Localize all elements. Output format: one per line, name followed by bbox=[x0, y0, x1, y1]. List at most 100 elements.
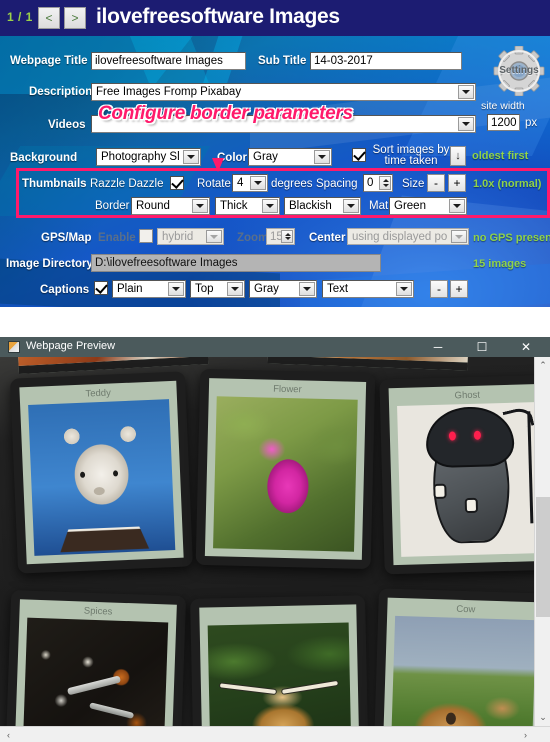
chevron-down-icon[interactable] bbox=[396, 282, 412, 296]
caption-increase-button[interactable]: + bbox=[450, 280, 468, 298]
chevron-down-icon[interactable] bbox=[227, 282, 243, 296]
chevron-down-icon[interactable] bbox=[458, 117, 474, 131]
caption-style-value: Plain bbox=[117, 283, 143, 295]
size-label: Size bbox=[402, 178, 425, 190]
app-title: ilovefreesoftware Images bbox=[96, 5, 340, 28]
border-shape-value: Round bbox=[136, 200, 170, 212]
photo-wall: Teddy Flower Ghost Spices Cow bbox=[0, 357, 534, 742]
spacing-label: Spacing bbox=[316, 178, 358, 190]
caption-position-select[interactable]: Top bbox=[190, 280, 245, 298]
spacing-spinner-buttons[interactable] bbox=[379, 176, 391, 190]
chevron-down-icon[interactable] bbox=[168, 282, 184, 296]
maximize-button[interactable]: ☐ bbox=[462, 337, 502, 357]
sort-images-checkbox[interactable] bbox=[352, 148, 366, 162]
thumbnail-item[interactable]: Spices bbox=[4, 590, 187, 742]
scrollbar-thumb[interactable] bbox=[536, 497, 550, 617]
scroll-up-button[interactable]: ⌃ bbox=[535, 357, 550, 374]
background-select[interactable]: Photography Slate bbox=[96, 148, 201, 166]
scroll-down-button[interactable]: ⌄ bbox=[535, 709, 550, 726]
thumbnail-item[interactable] bbox=[190, 595, 369, 742]
chevron-down-icon[interactable] bbox=[343, 199, 359, 213]
thumbnail-photo-cow bbox=[390, 615, 534, 742]
degrees-label: degrees bbox=[271, 178, 313, 190]
chevron-down-icon[interactable] bbox=[451, 230, 467, 243]
thumbnail-photo-highland bbox=[207, 622, 352, 742]
image-count-text: 15 images bbox=[473, 258, 527, 270]
gps-map-type-select[interactable]: hybrid bbox=[157, 228, 224, 245]
size-increase-button[interactable]: + bbox=[448, 174, 466, 192]
close-button[interactable]: ✕ bbox=[506, 337, 546, 357]
chevron-down-icon[interactable] bbox=[206, 230, 222, 243]
settings-button[interactable]: Settings bbox=[492, 46, 546, 96]
chevron-down-icon[interactable] bbox=[449, 199, 465, 213]
description-input[interactable]: Free Images Fromp Pixabay bbox=[91, 83, 476, 101]
gps-enable-checkbox[interactable] bbox=[139, 229, 153, 243]
sort-images-label: Sort images by time taken bbox=[372, 144, 450, 167]
chevron-down-icon[interactable] bbox=[192, 199, 208, 213]
thumbnail-item[interactable]: Flower bbox=[195, 368, 376, 570]
thumbnail-caption: Ghost bbox=[454, 389, 481, 402]
border-label: Border bbox=[95, 200, 130, 212]
gps-zoom-stepper[interactable]: 15 bbox=[266, 228, 295, 245]
next-page-button[interactable]: > bbox=[64, 7, 86, 29]
chevron-down-icon[interactable] bbox=[262, 199, 278, 213]
vertical-scrollbar[interactable]: ⌃ ⌄ bbox=[534, 357, 550, 726]
videos-label: Videos bbox=[48, 119, 86, 131]
scroll-right-button[interactable]: › bbox=[517, 727, 534, 742]
size-readout: 1.0x (normal) bbox=[473, 178, 542, 190]
caption-content-select[interactable]: Text bbox=[322, 280, 414, 298]
spacing-stepper[interactable]: 0 bbox=[363, 174, 393, 192]
thumbnail-item[interactable]: Ghost bbox=[379, 374, 534, 575]
rotate-value: 4 bbox=[237, 177, 244, 189]
minimize-button[interactable]: ─ bbox=[418, 337, 458, 357]
thumbnail-partial-top[interactable] bbox=[17, 357, 209, 374]
annotation-arrow-icon bbox=[212, 128, 224, 172]
caption-content-value: Text bbox=[327, 283, 349, 295]
size-decrease-button[interactable]: - bbox=[427, 174, 445, 192]
thumbnail-photo-teddy bbox=[28, 399, 176, 556]
gps-enable-label: Enable bbox=[98, 232, 136, 244]
chevron-down-icon[interactable] bbox=[314, 150, 330, 164]
chevron-down-icon[interactable] bbox=[250, 176, 266, 190]
background-color-select[interactable]: Gray bbox=[248, 148, 332, 166]
border-thickness-select[interactable]: Thick bbox=[215, 197, 280, 215]
webpage-title-label: Webpage Title bbox=[10, 55, 88, 67]
title-bar: 1 / 1 < > ilovefreesoftware Images bbox=[0, 0, 550, 36]
sort-direction-button[interactable]: ↓ bbox=[450, 146, 466, 166]
sub-title-input[interactable]: 14-03-2017 bbox=[310, 52, 462, 70]
description-value: Free Images Fromp Pixabay bbox=[96, 86, 242, 98]
window-gap bbox=[0, 307, 550, 337]
caption-style-select[interactable]: Plain bbox=[112, 280, 186, 298]
gps-map-label: GPS/Map bbox=[41, 232, 92, 244]
thumbnail-caption bbox=[199, 608, 356, 611]
previous-page-button[interactable]: < bbox=[38, 7, 60, 29]
scroll-left-button[interactable]: ‹ bbox=[0, 727, 17, 742]
image-directory-field[interactable]: D:\ilovefreesoftware Images bbox=[91, 254, 381, 272]
razzle-dazzle-checkbox[interactable] bbox=[170, 176, 184, 190]
mat-value: Green bbox=[394, 200, 426, 212]
webpage-title-input[interactable]: ilovefreesoftware Images bbox=[91, 52, 246, 70]
border-color-select[interactable]: Blackish bbox=[284, 197, 361, 215]
preview-content-area: Teddy Flower Ghost Spices Cow ‹ › bbox=[0, 357, 550, 742]
border-shape-select[interactable]: Round bbox=[131, 197, 210, 215]
site-width-label: site width bbox=[481, 100, 525, 112]
gps-zoom-spinner-buttons[interactable] bbox=[281, 230, 293, 243]
gps-center-select[interactable]: using displayed points bbox=[347, 228, 469, 245]
site-width-input[interactable]: 1200 bbox=[487, 114, 520, 131]
caption-decrease-button[interactable]: - bbox=[430, 280, 448, 298]
captions-checkbox[interactable] bbox=[94, 281, 108, 295]
caption-color-select[interactable]: Gray bbox=[249, 280, 317, 298]
razzle-dazzle-label: Razzle Dazzle bbox=[90, 178, 164, 190]
chevron-down-icon[interactable] bbox=[183, 150, 199, 164]
mat-select[interactable]: Green bbox=[389, 197, 467, 215]
thumbnail-item[interactable]: Cow bbox=[373, 588, 534, 742]
rotate-select[interactable]: 4 bbox=[232, 174, 268, 192]
chevron-down-icon[interactable] bbox=[299, 282, 315, 296]
thumbnail-partial-top[interactable] bbox=[267, 357, 469, 371]
webpage-preview-window: Webpage Preview ─ ☐ ✕ Teddy Flower Ghost… bbox=[0, 337, 550, 742]
thumbnails-label: Thumbnails bbox=[22, 178, 87, 190]
thumbnail-item[interactable]: Teddy bbox=[9, 371, 194, 574]
horizontal-scrollbar[interactable]: ‹ › bbox=[0, 726, 550, 742]
background-color-value: Gray bbox=[253, 151, 278, 163]
chevron-down-icon[interactable] bbox=[458, 85, 474, 99]
